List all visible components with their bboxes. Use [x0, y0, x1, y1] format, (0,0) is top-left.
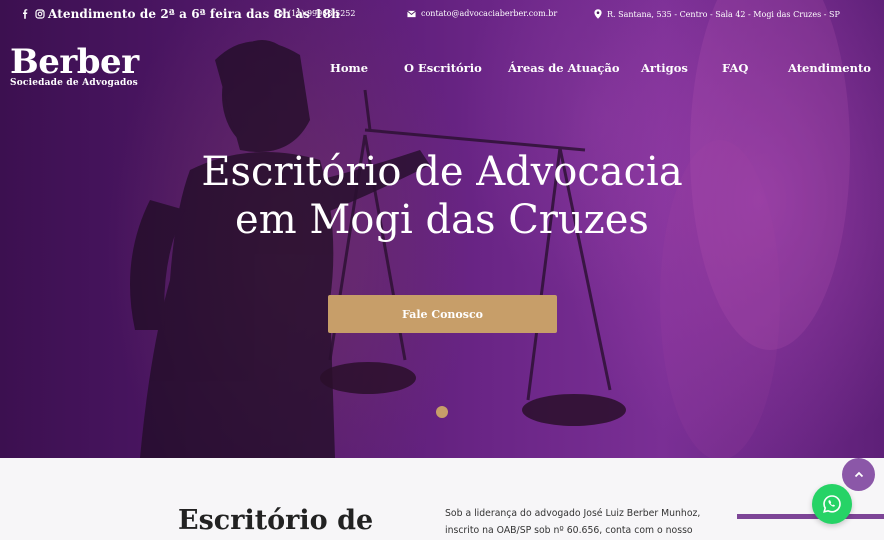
logo-tagline: Sociedade de Advogados: [10, 78, 138, 88]
whatsapp-chat-button[interactable]: [812, 484, 852, 524]
nav-item-home[interactable]: Home: [330, 61, 368, 75]
instagram-icon[interactable]: [35, 9, 45, 19]
envelope-icon: [407, 10, 416, 17]
top-info-bar: Atendimento de 2ª a 6ª feira das 8h às 1…: [0, 0, 884, 30]
hero-banner: Atendimento de 2ª a 6ª feira das 8h às 1…: [0, 0, 884, 458]
nav-item-artigos[interactable]: Artigos: [641, 61, 688, 75]
logo-wordmark: Berber: [10, 42, 139, 82]
about-text-line-2: inscrito na OAB/SP sob nº 60.656, conta …: [445, 525, 693, 536]
slider-pagination-dot[interactable]: [436, 406, 448, 418]
address-text: R. Santana, 535 - Centro - Sala 42 - Mog…: [607, 9, 840, 19]
social-links: [20, 9, 45, 19]
about-text-line-1: Sob a liderança do advogado José Luiz Be…: [445, 508, 701, 519]
nav-item-o-escritorio[interactable]: O Escritório: [404, 61, 482, 75]
fale-conosco-button[interactable]: Fale Conosco: [328, 295, 557, 333]
site-logo[interactable]: Berber Sociedade de Advogados: [10, 42, 139, 88]
hero-title-line-2: em Mogi das Cruzes: [235, 197, 649, 243]
decorative-accent-line: [737, 514, 884, 519]
nav-item-atendimento[interactable]: Atendimento: [788, 61, 871, 75]
hero-title: Escritório de Advocacia em Mogi das Cruz…: [0, 148, 884, 244]
whatsapp-small-icon: [274, 9, 283, 18]
hero-title-line-1: Escritório de Advocacia: [201, 149, 683, 195]
email-address: contato@advocaciaberber.com.br: [421, 9, 558, 18]
scroll-to-top-button[interactable]: [842, 458, 875, 491]
phone-number: (11) 99968-5252: [288, 9, 356, 18]
address-info: R. Santana, 535 - Centro - Sala 42 - Mog…: [594, 9, 840, 19]
nav-item-areas-de-atuacao[interactable]: Áreas de Atuação: [508, 61, 620, 75]
nav-item-faq[interactable]: FAQ: [722, 61, 748, 75]
map-pin-icon: [594, 9, 602, 19]
chevron-up-icon: [854, 471, 863, 478]
about-section-text: Sob a liderança do advogado José Luiz Be…: [445, 505, 705, 539]
whatsapp-icon: [823, 495, 841, 513]
phone-contact[interactable]: (11) 99968-5252: [274, 9, 355, 18]
about-section-title: Escritório de: [178, 505, 374, 536]
facebook-icon[interactable]: [20, 9, 30, 19]
email-contact[interactable]: contato@advocaciaberber.com.br: [407, 9, 557, 18]
